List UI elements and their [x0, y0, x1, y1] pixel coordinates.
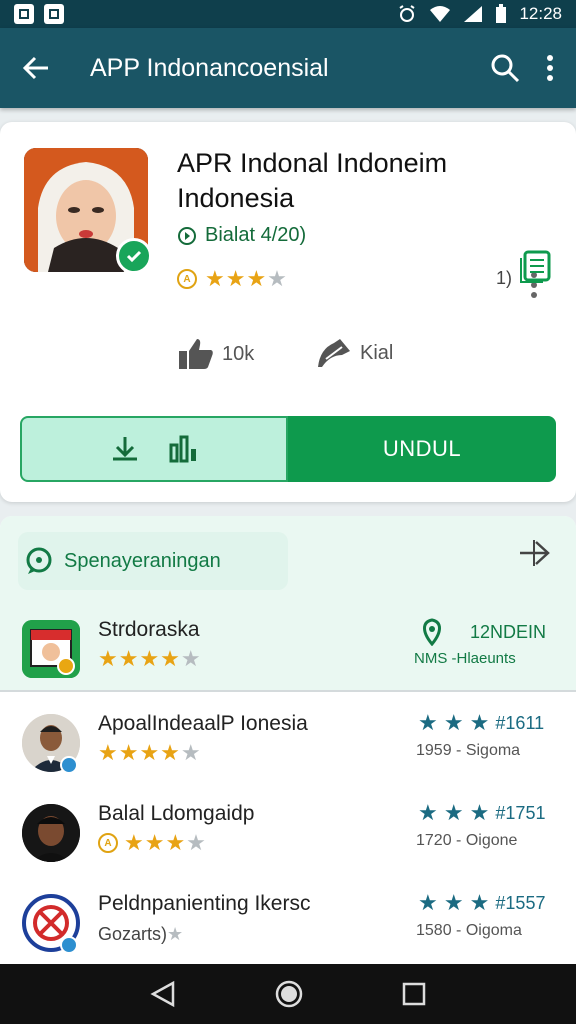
- thumbs-up-icon: [179, 339, 213, 369]
- send-icon[interactable]: [518, 538, 550, 573]
- list-item-name: ApoalIndeaalP Ionesia: [98, 712, 308, 735]
- nav-home-icon[interactable]: [274, 979, 304, 1009]
- list-item-score: ★ ★ ★ #1611: [418, 710, 545, 735]
- wifi-icon: [430, 6, 451, 22]
- location-icon: [423, 618, 441, 646]
- list-item[interactable]: Peldnpanienting Ikersc Gozarts)★ ★ ★ ★ #1…: [0, 884, 576, 964]
- page-title: APP Indonancoensial: [90, 53, 329, 82]
- list-item-score: ★ ★ ★ #1751: [418, 800, 546, 825]
- notification-icon: [14, 4, 34, 24]
- related-section: Spenayeraningan Strdoraska ★★★★★ 12NDEIN…: [0, 516, 576, 964]
- featured-right: 12NDEIN: [420, 618, 546, 646]
- list-item-sub: 1720 - Oigone: [416, 832, 518, 849]
- install-button[interactable]: UNDUL: [288, 416, 556, 482]
- featured-app-icon: [22, 620, 80, 678]
- status-bar: 12:28: [0, 0, 576, 28]
- star-rating: ★★★★: [205, 266, 288, 291]
- verified-icon: [116, 238, 152, 274]
- likes-count: 10k: [222, 342, 255, 365]
- app-icon[interactable]: [24, 148, 152, 394]
- likes-stat: 10k: [178, 337, 254, 371]
- list-item-sub: 1959 - Sigoma: [416, 742, 521, 759]
- app-name: APR Indonal Indoneim Indonesia: [177, 146, 507, 216]
- star-rating: ★★★★★: [98, 646, 202, 671]
- search-icon[interactable]: [490, 53, 520, 83]
- featured-right-title: 12NDEIN: [470, 621, 547, 642]
- more-vert-icon[interactable]: [546, 55, 554, 81]
- secondary-actions[interactable]: [20, 416, 288, 482]
- shares-stat: Kial: [316, 337, 393, 369]
- list-item-score: ★ ★ ★ #1557: [418, 890, 546, 915]
- action-buttons: UNDUL: [20, 416, 556, 482]
- list-item[interactable]: Balal Ldomgaidp A ★★★★ ★ ★ ★ #1751 1720 -…: [0, 794, 576, 880]
- signal-icon: [464, 6, 483, 22]
- shares-count: Kial: [360, 341, 394, 364]
- side-count: 1): [496, 268, 513, 288]
- back-button[interactable]: [0, 54, 72, 82]
- app-rating: A ★★★★: [177, 268, 288, 290]
- share-icon: [318, 339, 350, 367]
- featured-right-sub: NMS -Hlaeunts: [414, 650, 516, 667]
- list-item-name: Balal Ldomgaidp: [98, 802, 255, 825]
- play-circle-icon: [178, 226, 196, 245]
- nav-recents-icon[interactable]: [401, 981, 427, 1007]
- app-bar: APP Indonancoensial: [0, 28, 576, 108]
- chat-icon: [26, 547, 52, 574]
- list-item-name: Peldnpanienting Ikersc: [98, 892, 311, 915]
- clock: 12:28: [519, 4, 562, 23]
- nav-back-icon[interactable]: [149, 980, 177, 1008]
- featured-name: Strdoraska: [98, 618, 200, 641]
- library-icon[interactable]: [167, 433, 199, 465]
- section-chip-label: Spenayeraningan: [64, 549, 221, 572]
- app-meta-text: Bialat 4/20): [205, 224, 307, 246]
- download-icon[interactable]: [109, 433, 141, 465]
- app-name-line1: APR Indonal Indoneim: [177, 148, 448, 178]
- section-chip[interactable]: Spenayeraningan: [18, 532, 288, 590]
- doc-icon[interactable]: [518, 250, 552, 289]
- star-rating: ★★★★★: [98, 740, 202, 765]
- battery-icon: [496, 4, 507, 23]
- app-meta: Bialat 4/20): [177, 224, 306, 247]
- list-item[interactable]: ApoalIndeaalP Ionesia ★★★★★ ★ ★ ★ #1611 1…: [0, 704, 576, 790]
- rating-badge-icon: A: [98, 833, 118, 853]
- app-name-line2: Indonesia: [177, 183, 295, 213]
- notification-icon: [44, 4, 64, 24]
- back-arrow-icon: [22, 56, 48, 80]
- list-item-subtitle: Gozarts)★: [98, 924, 184, 944]
- avatar: [22, 804, 80, 862]
- featured-row[interactable]: Strdoraska ★★★★★ 12NDEIN NMS -Hlaeunts: [0, 610, 576, 696]
- verified-icon: [60, 936, 78, 954]
- verified-icon: [60, 756, 78, 774]
- nav-bar: [0, 964, 576, 1024]
- star-rating: A ★★★★: [98, 832, 207, 854]
- list-item-sub: 1580 - Oigoma: [416, 922, 522, 939]
- divider: [0, 690, 576, 692]
- alarm-icon: [399, 5, 416, 22]
- rating-badge-icon: A: [177, 269, 197, 289]
